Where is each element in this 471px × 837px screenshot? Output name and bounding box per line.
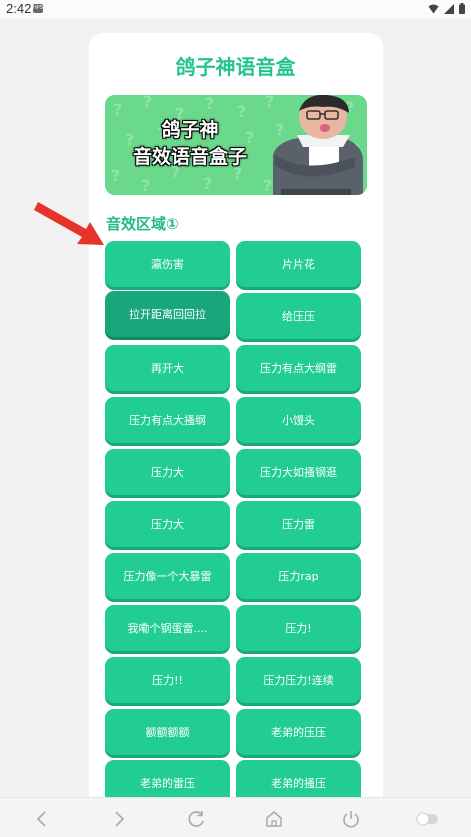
sound-button[interactable]: 压力大: [105, 501, 230, 547]
status-time: 2:42: [6, 1, 32, 16]
sound-button[interactable]: 给压压: [236, 293, 361, 339]
sound-button[interactable]: 拉开距离回回拉: [105, 291, 230, 337]
battery-icon: [459, 3, 465, 14]
forward-icon[interactable]: [109, 809, 129, 829]
svg-text:?: ?: [143, 95, 152, 111]
sound-button[interactable]: 压力rap: [236, 553, 361, 599]
svg-text:?: ?: [205, 95, 214, 113]
app-notification-icon: HPS: [33, 4, 43, 13]
banner: ?????? ???? ?????? ??? 鸽子神 音效语音盒子: [105, 95, 367, 195]
sound-button[interactable]: 额额额额: [105, 709, 230, 755]
toggle-icon[interactable]: [415, 809, 439, 829]
nav-bar: [0, 797, 471, 837]
sound-button[interactable]: 压力!: [236, 605, 361, 651]
home-icon[interactable]: [264, 809, 284, 829]
refresh-icon[interactable]: [187, 809, 207, 829]
power-icon[interactable]: [341, 809, 361, 829]
sound-button[interactable]: 压力大: [105, 449, 230, 495]
sound-button[interactable]: 压力有点大搔纲: [105, 397, 230, 443]
banner-text: 鸽子神 音效语音盒子: [115, 117, 265, 171]
sound-button[interactable]: 压力大如搔钢逛: [236, 449, 361, 495]
sound-button[interactable]: 片片花: [236, 241, 361, 287]
signal-icon: [444, 3, 454, 14]
sound-button[interactable]: 再开大: [105, 345, 230, 391]
svg-text:?: ?: [265, 95, 274, 111]
svg-text:?: ?: [263, 176, 272, 195]
sound-button[interactable]: 我嘞个钢蛋雷....: [105, 605, 230, 651]
svg-text:?: ?: [141, 176, 150, 195]
svg-text:?: ?: [203, 174, 212, 193]
sound-button[interactable]: 小馒头: [236, 397, 361, 443]
status-icons: [428, 3, 465, 14]
sound-button[interactable]: 压力!!: [105, 657, 230, 703]
sound-button[interactable]: 瀛伤害: [105, 241, 230, 287]
sound-button[interactable]: 压力压力!连续: [236, 657, 361, 703]
wifi-icon: [428, 4, 439, 13]
app-title: 鸽子神语音盒: [175, 55, 296, 79]
status-bar: 2:42 HPS: [0, 0, 471, 18]
red-arrow-icon: [34, 202, 104, 245]
banner-line-2: 音效语音盒子: [132, 146, 247, 168]
svg-text:?: ?: [275, 120, 284, 139]
banner-line-1: 鸽子神: [161, 119, 219, 141]
sound-button[interactable]: 压力雷: [236, 501, 361, 547]
sound-button[interactable]: 老弟的压压: [236, 709, 361, 755]
section-title: 音效区域①: [106, 215, 179, 233]
sound-button[interactable]: 压力有点大纲雷: [236, 345, 361, 391]
back-icon[interactable]: [32, 809, 52, 829]
sound-button[interactable]: 压力像一个大暴雷: [105, 553, 230, 599]
